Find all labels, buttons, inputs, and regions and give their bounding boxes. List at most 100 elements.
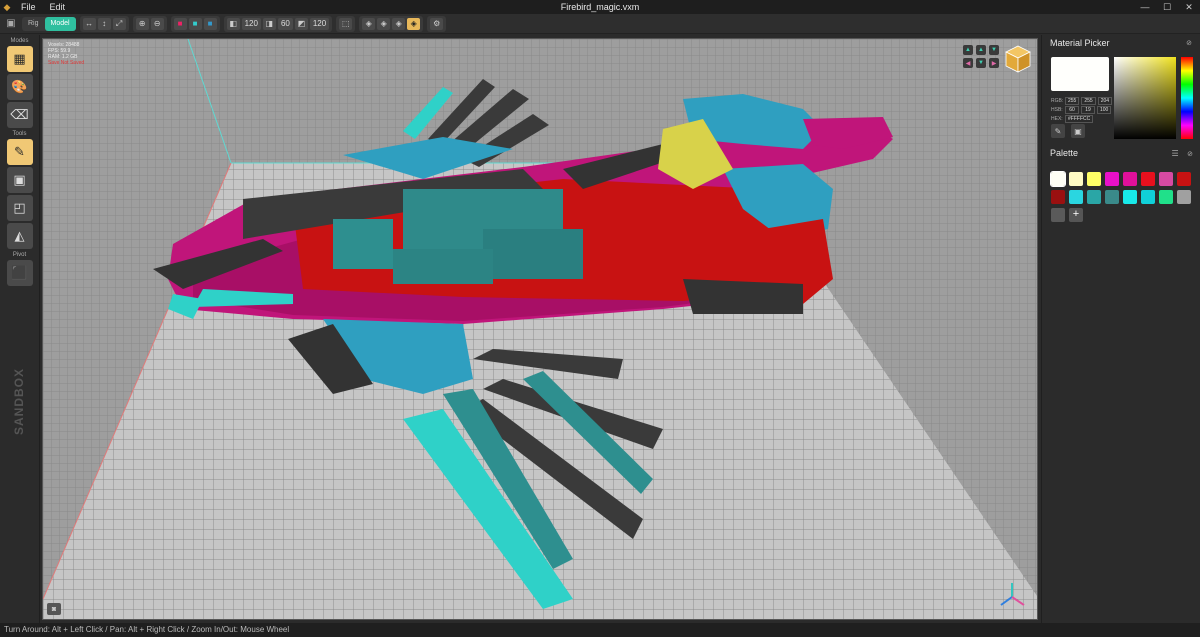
camera-icon[interactable]: ◙	[47, 603, 61, 615]
box-tool-icon[interactable]: ▣	[6, 167, 33, 193]
fill-tool-icon[interactable]: ◭	[6, 223, 33, 249]
nav-up-left-icon[interactable]: ▲	[963, 45, 973, 55]
rgb-g-field[interactable]: 255	[1081, 96, 1096, 105]
settings-group: ⚙	[427, 15, 447, 32]
close-button[interactable]: ✕	[1178, 0, 1200, 14]
voxel-mode-icon[interactable]: ▦	[6, 46, 33, 72]
cube-red-icon[interactable]: ■	[173, 17, 187, 30]
mode-model-button[interactable]: Model	[44, 16, 76, 31]
hue-slider[interactable]	[1181, 57, 1193, 139]
palette-swatch[interactable]	[1123, 172, 1137, 186]
size-x-icon: ◧	[226, 17, 240, 30]
menu-edit[interactable]: Edit	[43, 0, 73, 14]
hsb-b-field[interactable]: 100	[1097, 105, 1112, 114]
size-z-icon: ◩	[294, 17, 308, 30]
palette-swatch[interactable]	[1159, 190, 1173, 204]
material-picker-header: Material Picker ⊘	[1042, 35, 1200, 51]
palette-pin-icon[interactable]: ⊘	[1187, 151, 1193, 158]
palette-swatch[interactable]	[1087, 190, 1101, 204]
toolbar: ▣ Rig Model ↔ ↕ ⤢ ⊕ ⊖ ■ ■ ■ ◧ 120 ◨ 60 ◩…	[0, 14, 1200, 34]
stats-overlay: Voxels: 28488 FPS: 59.9 RAM: 1.2 GB Save…	[48, 42, 84, 66]
nav-up-right-icon[interactable]: ▼	[989, 45, 999, 55]
erase-mode-icon[interactable]: ⌫	[6, 102, 33, 128]
add-color-button[interactable]: +	[1069, 208, 1083, 222]
window-controls: — ☐ ✕	[1134, 0, 1200, 14]
palette-swatch[interactable]	[1159, 172, 1173, 186]
palette-swatch[interactable]	[1069, 172, 1083, 186]
left-sidebar: Modes ▦ 🎨 ⌫ Tools ✎ ▣ ◰ ◭ Pivot ⬛ SANDBO…	[0, 35, 40, 623]
view-cube-icon[interactable]	[1005, 45, 1031, 73]
size-x-field[interactable]: 120	[241, 17, 261, 30]
palette-swatch[interactable]	[1050, 171, 1066, 187]
palette-swatch[interactable]	[1105, 172, 1119, 186]
palette-swatch[interactable]	[1141, 172, 1155, 186]
nav-right-icon[interactable]: ▶	[989, 58, 999, 68]
frame-group: ⬚	[336, 15, 356, 32]
saturation-value-picker[interactable]	[1114, 57, 1176, 139]
rgb-b-field[interactable]: 204	[1097, 96, 1113, 105]
palette-swatch[interactable]	[1177, 190, 1191, 204]
material-picker-title: Material Picker	[1050, 38, 1110, 48]
nav-center-icon[interactable]: ▼	[976, 58, 986, 68]
palette-title: Palette	[1050, 148, 1079, 158]
cube-blue-icon[interactable]: ■	[203, 17, 217, 30]
paint-mode-icon[interactable]: 🎨	[6, 74, 33, 100]
palette-swatch[interactable]	[1087, 172, 1101, 186]
maximize-button[interactable]: ☐	[1156, 0, 1178, 14]
pivot-cube-icon[interactable]: ⬛	[6, 260, 33, 286]
pin-icon[interactable]: ⊘	[1186, 39, 1192, 47]
palette-grid: +	[1050, 171, 1191, 222]
size-z-field[interactable]: 120	[309, 17, 330, 30]
face-tool-icon[interactable]: ◰	[6, 195, 33, 221]
save-icon[interactable]: ▣	[4, 17, 18, 31]
window-title: Firebird_magic.vxm	[560, 2, 640, 12]
camera-nav-arrows: ▲ ▲ ▼ ◀ ▼ ▶	[963, 45, 999, 68]
hex-field[interactable]: #FFFFCC	[1065, 114, 1094, 123]
mode-toggle[interactable]: Rig Model	[22, 16, 76, 31]
palette-swatch[interactable]	[1123, 190, 1137, 204]
nav-up-icon[interactable]: ▲	[976, 45, 986, 55]
rgb-r-field[interactable]: 255	[1065, 96, 1080, 105]
view-group: ◈ ◈ ◈ ◈	[359, 15, 424, 32]
mirror-y-icon[interactable]: ↕	[97, 17, 111, 30]
size-y-field[interactable]: 60	[277, 17, 293, 30]
palette-swatch[interactable]	[1051, 208, 1065, 222]
mode-rig-button[interactable]: Rig	[22, 17, 45, 31]
voxel-viewport[interactable]: Voxels: 28488 FPS: 59.9 RAM: 1.2 GB Save…	[42, 38, 1038, 620]
modes-label: Modes	[10, 38, 29, 44]
view-mode-1-icon[interactable]: ◈	[362, 17, 376, 30]
minimize-button[interactable]: —	[1134, 0, 1156, 14]
size-group: ◧ 120 ◨ 60 ◩ 120	[223, 15, 333, 32]
right-panel: Material Picker ⊘ RGB: 255 255 204 HSB: …	[1041, 35, 1200, 623]
title-bar: ◆ File Edit Firebird_magic.vxm — ☐ ✕	[0, 0, 1200, 14]
transform-group: ↔ ↕ ⤢	[79, 15, 129, 32]
pivot-label: Pivot	[12, 252, 27, 258]
palette-swatch[interactable]	[1051, 190, 1065, 204]
cube-teal-icon[interactable]: ■	[188, 17, 202, 30]
hsb-h-field[interactable]: 60	[1065, 105, 1079, 114]
select-add-icon[interactable]: ⊕	[135, 17, 149, 30]
palette-swatch[interactable]	[1105, 190, 1119, 204]
palette-menu-icon[interactable]: ☰	[1171, 149, 1178, 158]
view-mode-2-icon[interactable]: ◈	[377, 17, 391, 30]
hsb-s-field[interactable]: 19	[1081, 105, 1095, 114]
view-mode-3-icon[interactable]: ◈	[392, 17, 406, 30]
nav-left-icon[interactable]: ◀	[963, 58, 973, 68]
save-color-icon[interactable]: ▣	[1071, 124, 1085, 138]
current-color-swatch	[1051, 57, 1109, 91]
select-remove-icon[interactable]: ⊖	[150, 17, 164, 30]
scene-canvas	[43, 39, 1037, 619]
size-y-icon: ◨	[262, 17, 276, 30]
mirror-x-icon[interactable]: ↔	[82, 17, 96, 30]
palette-swatch[interactable]	[1177, 172, 1191, 186]
view-mode-4-icon[interactable]: ◈	[407, 17, 421, 30]
palette-swatch[interactable]	[1141, 190, 1155, 204]
menu-file[interactable]: File	[14, 0, 43, 14]
mirror-z-icon[interactable]: ⤢	[112, 17, 126, 30]
eyedropper-icon[interactable]: ✎	[1051, 124, 1065, 138]
palette-swatch[interactable]	[1069, 190, 1083, 204]
settings-icon[interactable]: ⚙	[430, 17, 444, 30]
frame-icon[interactable]: ⬚	[339, 17, 353, 30]
app-logo-icon: ◆	[3, 1, 11, 12]
pencil-tool-icon[interactable]: ✎	[6, 139, 33, 165]
